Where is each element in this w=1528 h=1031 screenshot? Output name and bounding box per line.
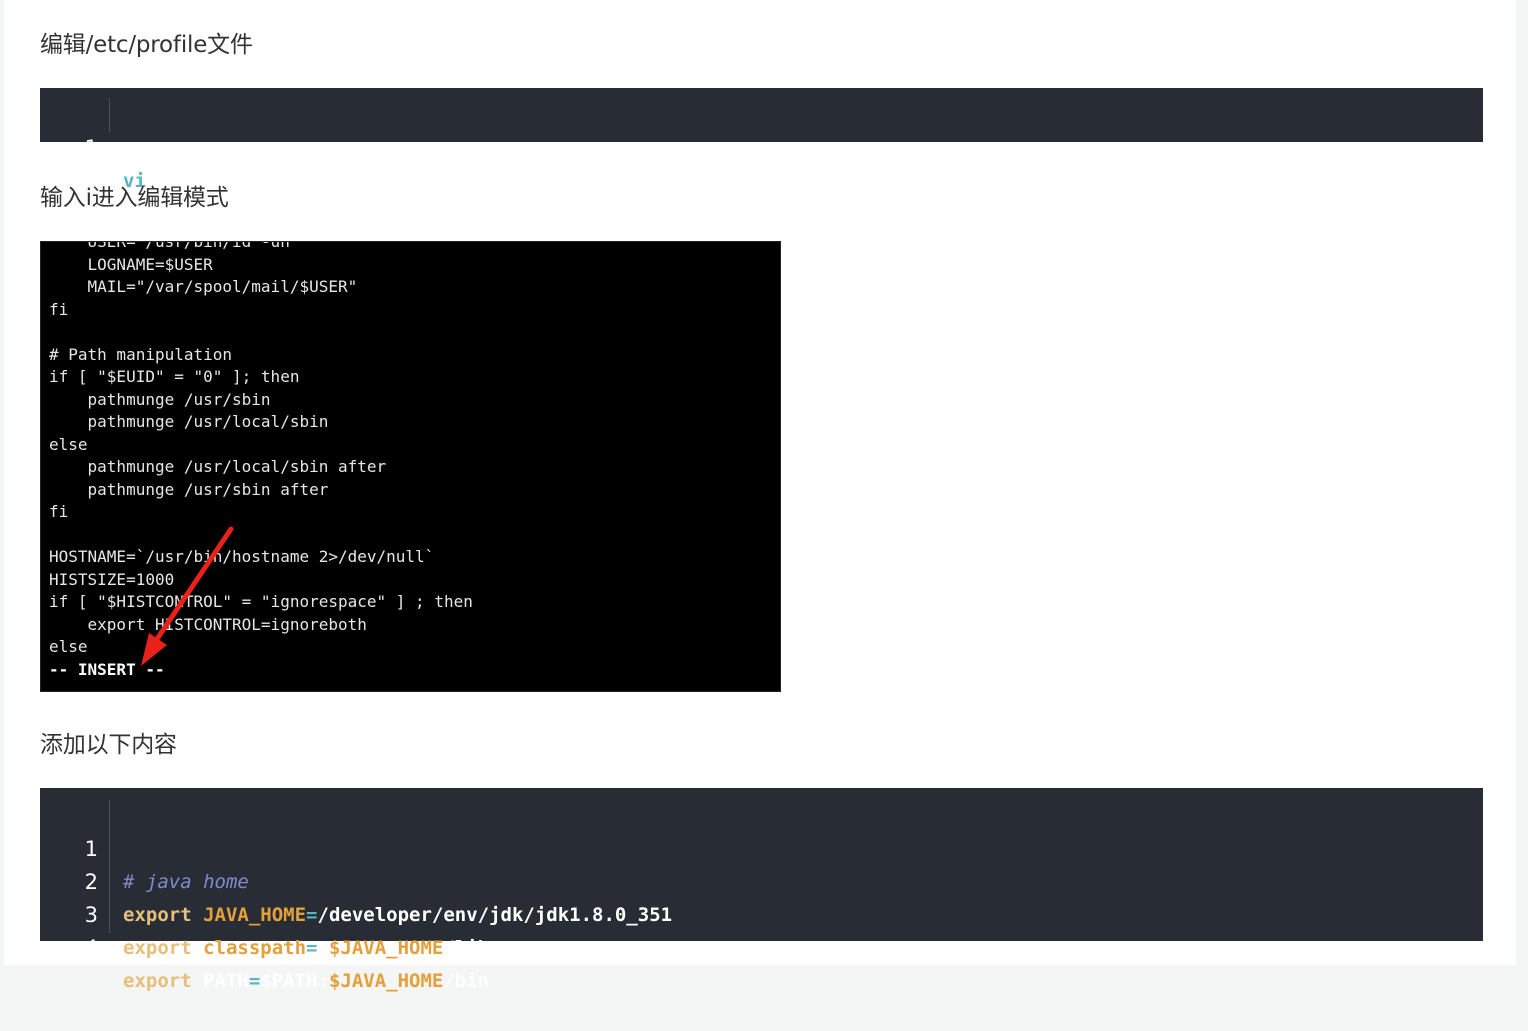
operator-token: = bbox=[306, 937, 318, 959]
keyword-token: export bbox=[123, 970, 192, 992]
code-text: export JAVA_HOME=/developer/env/jdk/jdk1… bbox=[123, 899, 672, 932]
value-token: /lib bbox=[443, 937, 490, 959]
paragraph-insert-mode: 输入i进入编辑模式 bbox=[40, 185, 229, 211]
paragraph-edit-profile: 编辑/etc/profile文件 bbox=[40, 32, 253, 58]
code-text: export PATH=$PATH:$JAVA_HOME/bin bbox=[123, 965, 489, 998]
value-token: /developer/env/jdk/jdk1.8.0_351 bbox=[317, 904, 673, 926]
variable-reference-token: $JAVA_HOME bbox=[328, 970, 444, 992]
code-line: 3 export classpath=.$JAVA_HOME/lib bbox=[40, 866, 489, 959]
keyword-token: export bbox=[123, 904, 192, 926]
paragraph-add-content: 添加以下内容 bbox=[40, 732, 177, 758]
variable-token: classpath bbox=[203, 937, 307, 959]
code-line: 4 export PATH=$PATH:$JAVA_HOME/bin bbox=[40, 899, 489, 992]
variable-reference-token: $JAVA_HOME bbox=[328, 937, 444, 959]
value-token: $PATH: bbox=[260, 970, 329, 992]
line-number: 4 bbox=[84, 936, 98, 960]
value-token: /bin bbox=[443, 970, 490, 992]
code-line: 1 # java home bbox=[40, 800, 249, 893]
code-line: 1 vi /etc/profile bbox=[40, 99, 295, 192]
red-arrow-icon bbox=[141, 526, 234, 666]
value-token: . bbox=[317, 937, 329, 959]
operator-token: = bbox=[248, 970, 261, 992]
gutter-divider bbox=[109, 800, 110, 933]
code-line: 2 export JAVA_HOME=/developer/env/jdk/jd… bbox=[40, 833, 672, 926]
comment-token: # java home bbox=[123, 871, 249, 893]
terminal-screenshot: USER=`/usr/bin/id -un` LOGNAME=$USER MAI… bbox=[40, 241, 781, 692]
code-block-java-env[interactable]: 1 # java home 2 export JAVA_HOME=/develo… bbox=[40, 788, 1483, 992]
code-text: export classpath=.$JAVA_HOME/lib bbox=[123, 932, 489, 965]
gutter-divider bbox=[109, 98, 110, 132]
operator-token: = bbox=[306, 904, 318, 926]
variable-token: PATH bbox=[203, 970, 249, 992]
code-block-vi[interactable]: 1 vi /etc/profile bbox=[40, 88, 1483, 192]
variable-token: JAVA_HOME bbox=[203, 904, 307, 926]
article-content: 编辑/etc/profile文件 1 vi /etc/profile 输入i进入… bbox=[4, 0, 1516, 992]
keyword-token: export bbox=[123, 937, 192, 959]
line-number: 1 bbox=[84, 136, 98, 160]
